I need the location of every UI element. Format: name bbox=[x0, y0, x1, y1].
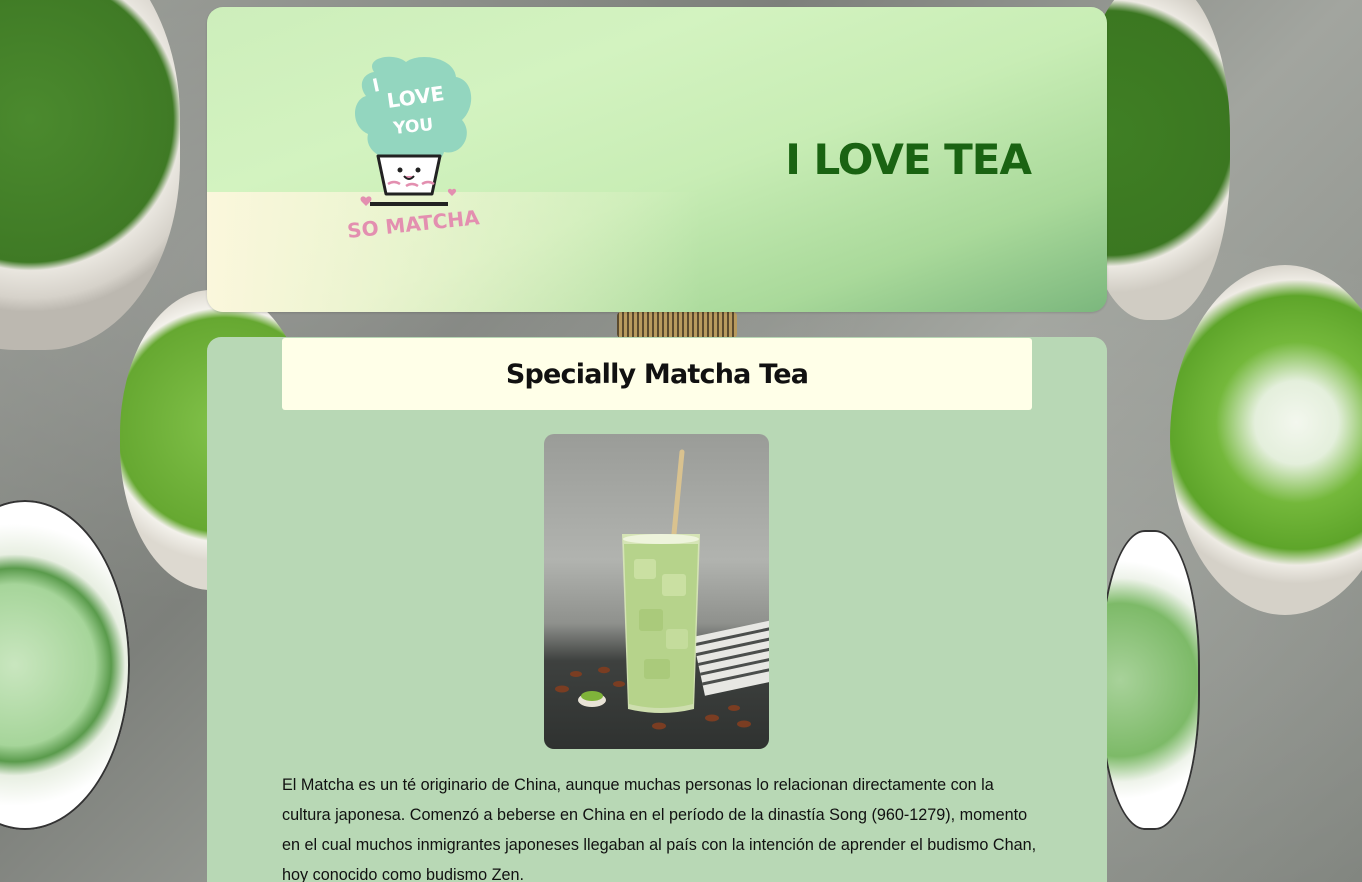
section-title-box: Specially Matcha Tea bbox=[282, 338, 1032, 410]
bamboo-whisk-image bbox=[617, 312, 737, 338]
section-title: Specially Matcha Tea bbox=[505, 358, 809, 390]
svg-text:YOU: YOU bbox=[391, 115, 434, 139]
matcha-cup-image bbox=[1100, 530, 1200, 830]
matcha-cup-image bbox=[0, 0, 180, 350]
main-content-card: Specially Matcha Tea El Matcha es un té … bbox=[207, 337, 1107, 882]
matcha-cup-image bbox=[1170, 265, 1362, 615]
tea-description: El Matcha es un té originario de China, … bbox=[282, 776, 1037, 882]
i-love-you-so-matcha-logo-icon: I LOVE LOVE YOU SO MATCHA bbox=[346, 56, 481, 243]
svg-text:SO MATCHA: SO MATCHA bbox=[346, 205, 481, 243]
site-title: I LOVE TEA bbox=[785, 135, 1032, 184]
site-header: I LOVE LOVE YOU SO MATCHA I LOVE TEA bbox=[207, 7, 1107, 312]
iced-matcha-latte-photo bbox=[544, 434, 769, 749]
matcha-cup-image bbox=[0, 500, 130, 830]
